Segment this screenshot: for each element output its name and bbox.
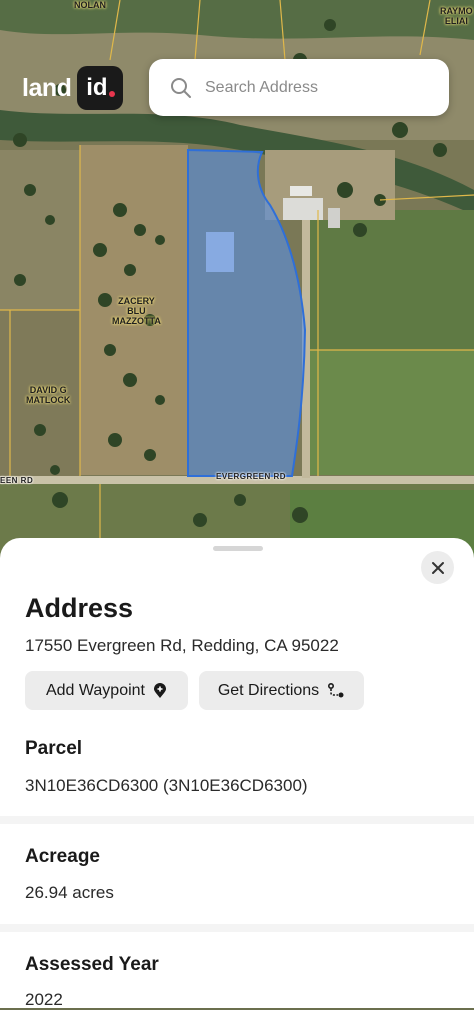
map-label-raymond: RAYMO ELIAI	[440, 6, 473, 26]
address-title: Address	[25, 593, 134, 623]
logo-badge: id	[77, 66, 124, 110]
parcel-title: Parcel	[25, 738, 83, 759]
acreage-value: 26.94 acres	[25, 883, 114, 902]
logo-dot	[108, 91, 115, 97]
assessed-year-title: Assessed Year	[25, 954, 159, 975]
section-divider	[0, 816, 474, 824]
close-icon	[431, 561, 444, 574]
map-label-david: DAVID G MATLOCK	[26, 385, 71, 405]
directions-route-icon	[328, 682, 344, 697]
road-label-evergreen: EVERGREEN RD	[216, 472, 287, 481]
landid-logo: land id	[22, 66, 124, 110]
close-button[interactable]	[421, 551, 454, 584]
add-waypoint-label: Add Waypoint	[45, 681, 145, 699]
get-directions-button[interactable]: Get Directions	[199, 671, 364, 710]
search-bar[interactable]	[149, 59, 449, 116]
map-label-nolan: NOLAN	[74, 0, 106, 10]
address-value: 17550 Evergreen Rd, Redding, CA 95022	[25, 636, 339, 655]
road-label-left: EEN RD	[0, 476, 34, 485]
logo-word: land	[22, 73, 72, 102]
parcel-value: 3N10E36CD6300 (3N10E36CD6300)	[25, 776, 308, 795]
drag-handle[interactable]	[213, 546, 263, 551]
section-divider	[0, 924, 474, 932]
search-input[interactable]	[203, 77, 437, 98]
get-directions-label: Get Directions	[217, 681, 320, 699]
add-waypoint-button[interactable]: Add Waypoint	[25, 671, 188, 710]
search-icon	[171, 77, 191, 98]
map-view[interactable]: land id NOLAN RAYMO ELIAI ZACERY BLU MAZ…	[0, 0, 474, 560]
details-sheet: Address 17550 Evergreen Rd, Redding, CA …	[0, 538, 474, 1009]
acreage-title: Acreage	[25, 846, 100, 867]
waypoint-plus-icon	[154, 682, 166, 698]
map-label-zacery: ZACERY BLU MAZZOTTA	[112, 296, 161, 326]
assessed-year-value: 2022	[25, 990, 63, 1009]
logo-badge-text: id	[86, 74, 108, 101]
